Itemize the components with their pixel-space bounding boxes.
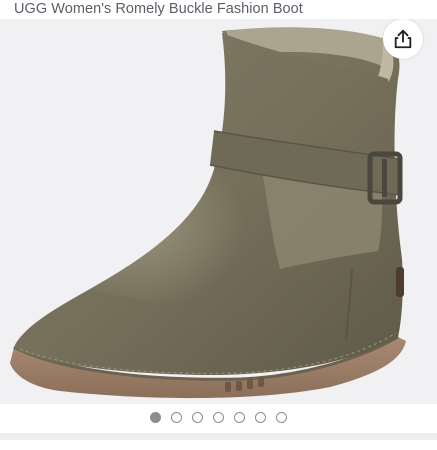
image-pagination-dots: [0, 410, 437, 424]
pagination-dot-1[interactable]: [150, 411, 161, 423]
pagination-dot-7[interactable]: [276, 411, 287, 423]
product-image-gallery[interactable]: [0, 19, 437, 404]
pagination-dot-6[interactable]: [255, 411, 266, 423]
product-title: UGG Women's Romely Buckle Fashion Boot: [14, 1, 303, 17]
pagination-dot-2[interactable]: [171, 411, 182, 423]
pagination-dot-4[interactable]: [213, 411, 224, 423]
product-image[interactable]: [0, 19, 437, 404]
section-divider: [0, 433, 437, 440]
product-page: UGG Women's Romely Buckle Fashion Boot: [0, 0, 437, 450]
share-button[interactable]: [383, 19, 423, 59]
pagination-dot-3[interactable]: [192, 411, 203, 423]
pagination-dot-5[interactable]: [234, 411, 245, 423]
share-icon: [394, 29, 412, 49]
